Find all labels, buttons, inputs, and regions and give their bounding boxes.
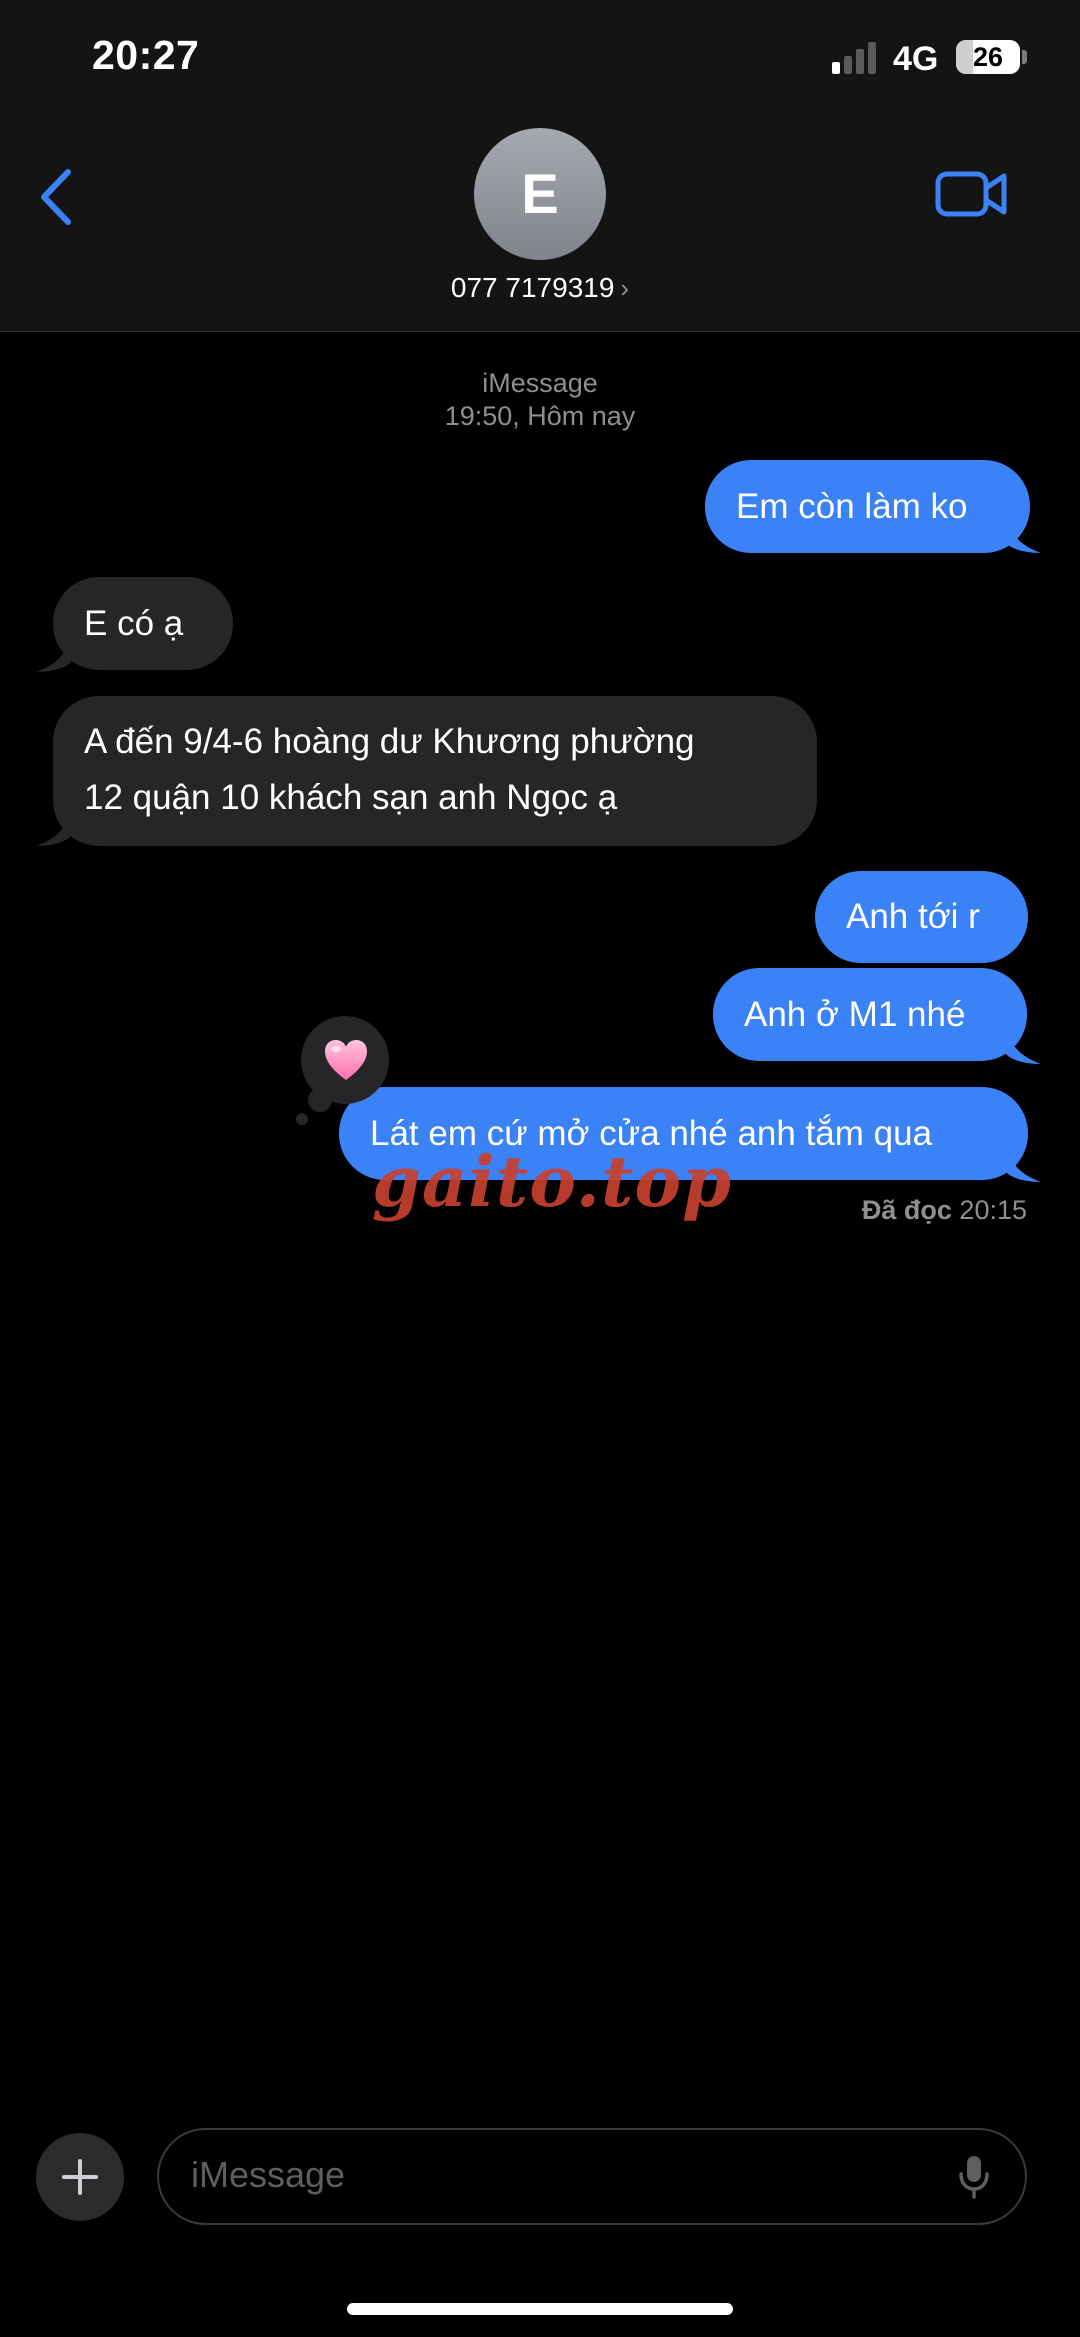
chevron-left-icon bbox=[41, 169, 71, 225]
read-receipt: Đã đọc 20:15 bbox=[862, 1195, 1027, 1226]
video-camera-icon bbox=[935, 171, 1007, 217]
service-label: iMessage bbox=[482, 368, 598, 398]
network-type: 4G bbox=[893, 40, 939, 78]
message-bubble-outgoing[interactable]: Em còn làm ko bbox=[705, 460, 1030, 553]
contact-details-button[interactable]: 077 7179319 › bbox=[0, 272, 1080, 304]
message-input[interactable]: iMessage bbox=[157, 2128, 1027, 2225]
message-text: Em còn làm ko bbox=[736, 487, 968, 526]
status-bar: 20:27 4G 26 bbox=[0, 0, 1080, 120]
read-receipt-label: Đã đọc bbox=[861, 1195, 952, 1225]
home-indicator[interactable] bbox=[347, 2303, 733, 2315]
message-bubble-outgoing[interactable]: Anh ở M1 nhé bbox=[713, 968, 1027, 1061]
pink-heart-icon bbox=[325, 1040, 367, 1080]
microphone-icon[interactable] bbox=[957, 2154, 991, 2200]
conversation-timestamp: 19:50, Hôm nay bbox=[444, 401, 636, 431]
watermark: gaito.top bbox=[372, 1140, 733, 1223]
conversation-header: E 077 7179319 › bbox=[0, 120, 1080, 332]
battery-cap bbox=[1022, 50, 1027, 64]
battery-level: 26 bbox=[972, 42, 1004, 72]
message-bubble-incoming[interactable]: A đến 9/4-6 hoàng dư Khương phường 12 qu… bbox=[53, 696, 817, 846]
message-bubble-incoming[interactable]: E có ạ bbox=[53, 577, 233, 670]
message-text: Anh ở M1 nhé bbox=[744, 995, 966, 1034]
back-button[interactable] bbox=[30, 162, 90, 232]
message-text: E có ạ bbox=[84, 604, 184, 643]
contact-number: 077 7179319 bbox=[450, 272, 615, 303]
contact-avatar[interactable]: E bbox=[474, 128, 606, 260]
message-text-line: 12 quận 10 khách sạn anh Ngọc ạ bbox=[84, 778, 618, 817]
cellular-signal-icon bbox=[832, 38, 880, 74]
facetime-video-button[interactable] bbox=[934, 160, 1010, 228]
chevron-right-icon: › bbox=[620, 273, 630, 303]
message-text: Anh tới r bbox=[846, 897, 980, 936]
status-time: 20:27 bbox=[92, 32, 200, 78]
message-text-line: A đến 9/4-6 hoàng dư Khương phường bbox=[84, 722, 695, 761]
tapback-reaction[interactable] bbox=[301, 1016, 389, 1104]
add-attachment-button[interactable] bbox=[36, 2133, 124, 2221]
battery-icon: 26 bbox=[956, 40, 1020, 74]
read-receipt-time: 20:15 bbox=[959, 1195, 1027, 1225]
message-input-placeholder: iMessage bbox=[191, 2154, 346, 2195]
message-bubble-outgoing[interactable]: Anh tới r bbox=[815, 871, 1028, 963]
tapback-tail-dot bbox=[296, 1113, 308, 1125]
